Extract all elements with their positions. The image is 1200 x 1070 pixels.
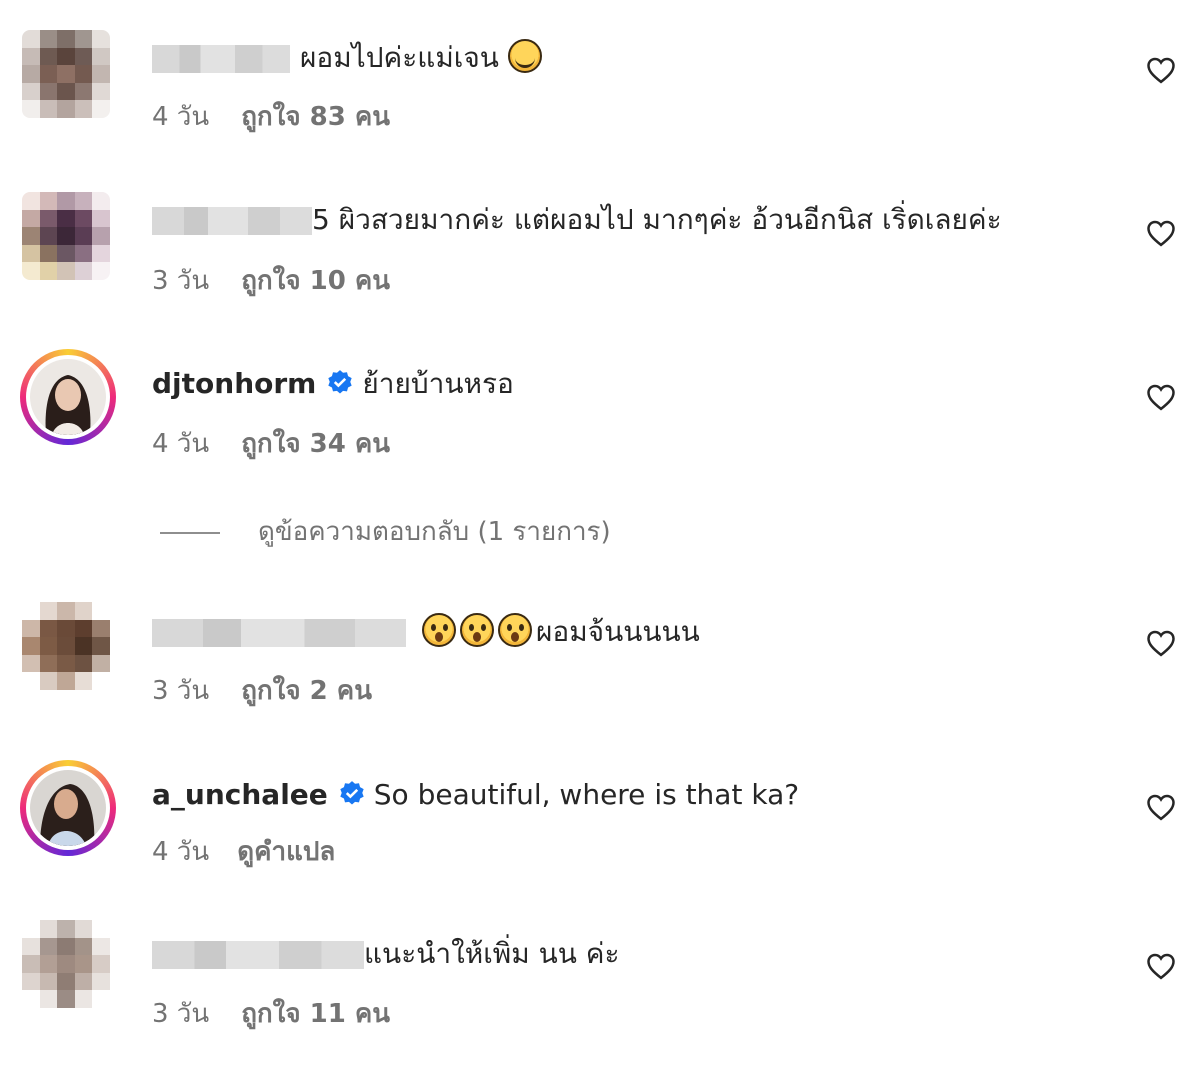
smiling-face-emoji — [507, 39, 542, 73]
comment-body: ผอมไปค่ะแม่เจน — [152, 38, 546, 78]
heart-outline-icon[interactable] — [1146, 383, 1176, 411]
comment-time[interactable]: 4 วัน — [152, 837, 209, 867]
verified-badge-icon — [328, 370, 353, 394]
comment-meta: 4 วัน ถูกใจ 83 คน — [152, 100, 390, 134]
comment-text: ผอมไปค่ะแม่เจน — [300, 41, 499, 74]
avatar-blurred[interactable] — [22, 602, 110, 690]
avatar-story-ring[interactable] — [20, 760, 116, 856]
like-count[interactable]: ถูกใจ 10 คน — [241, 266, 390, 296]
comment-body: djtonhorm ย้ายบ้านหรอ — [152, 364, 514, 404]
comment-text: ย้ายบ้านหรอ — [362, 367, 514, 400]
astonished-face-emoji — [422, 613, 456, 647]
view-replies-button[interactable]: ดูข้อความตอบกลับ (1 รายการ) — [160, 512, 611, 552]
like-count[interactable]: ถูกใจ 83 คน — [241, 102, 390, 132]
view-replies-label: ดูข้อความตอบกลับ (1 รายการ) — [258, 517, 611, 547]
see-translation-link[interactable]: ดูคำแปล — [237, 837, 335, 867]
comment-text: แนะนำให้เพิ่ม นน ค่ะ — [364, 937, 620, 970]
comment-time[interactable]: 3 วัน — [152, 266, 209, 296]
like-count[interactable]: ถูกใจ 2 คน — [241, 676, 372, 706]
comment-body: ผอมจ้นนนนน — [152, 612, 700, 652]
username-redacted[interactable] — [152, 207, 312, 235]
comment-text: 5 ผิวสวยมากค่ะ แต่ผอมไป มากๆค่ะ อ้วนอีกน… — [312, 203, 1002, 236]
avatar-story-ring[interactable] — [20, 349, 116, 445]
username-redacted[interactable] — [152, 619, 406, 647]
avatar-blurred[interactable] — [22, 30, 110, 118]
comment-meta: 3 วัน ถูกใจ 11 คน — [152, 997, 390, 1031]
avatar-blurred[interactable] — [22, 192, 110, 280]
comment-meta: 4 วัน ดูคำแปล — [152, 835, 335, 869]
comment-text: ผอมจ้นนนนน — [536, 615, 700, 648]
profile-photo — [30, 770, 106, 846]
username-redacted[interactable] — [152, 45, 290, 73]
divider — [160, 531, 220, 534]
comment-body: แนะนำให้เพิ่ม นน ค่ะ — [152, 934, 620, 974]
comment-text: So beautiful, where is that ka? — [373, 778, 800, 811]
like-count[interactable]: ถูกใจ 11 คน — [241, 999, 390, 1029]
heart-outline-icon[interactable] — [1146, 219, 1176, 247]
username-redacted[interactable] — [152, 941, 364, 969]
comment-time[interactable]: 3 วัน — [152, 676, 209, 706]
comment-meta: 4 วัน ถูกใจ 34 คน — [152, 427, 390, 461]
comment-meta: 3 วัน ถูกใจ 10 คน — [152, 264, 390, 298]
comment-meta: 3 วัน ถูกใจ 2 คน — [152, 674, 372, 708]
astonished-face-emoji — [498, 613, 532, 647]
verified-badge-icon — [340, 781, 364, 805]
comment-time[interactable]: 4 วัน — [152, 102, 209, 132]
avatar-blurred[interactable] — [22, 920, 110, 1008]
comment-body: a_unchalee So beautiful, where is that ka… — [152, 775, 799, 815]
profile-photo — [30, 359, 106, 435]
username[interactable]: djtonhorm — [152, 367, 316, 400]
comment-time[interactable]: 3 วัน — [152, 999, 209, 1029]
heart-outline-icon[interactable] — [1146, 629, 1176, 657]
username[interactable]: a_unchalee — [152, 778, 328, 811]
heart-outline-icon[interactable] — [1146, 56, 1176, 84]
astonished-face-emoji — [460, 613, 494, 647]
comment-body: 5 ผิวสวยมากค่ะ แต่ผอมไป มากๆค่ะ อ้วนอีกน… — [152, 200, 1002, 240]
like-count[interactable]: ถูกใจ 34 คน — [241, 429, 390, 459]
comment-time[interactable]: 4 วัน — [152, 429, 209, 459]
heart-outline-icon[interactable] — [1146, 793, 1176, 821]
heart-outline-icon[interactable] — [1146, 952, 1176, 980]
